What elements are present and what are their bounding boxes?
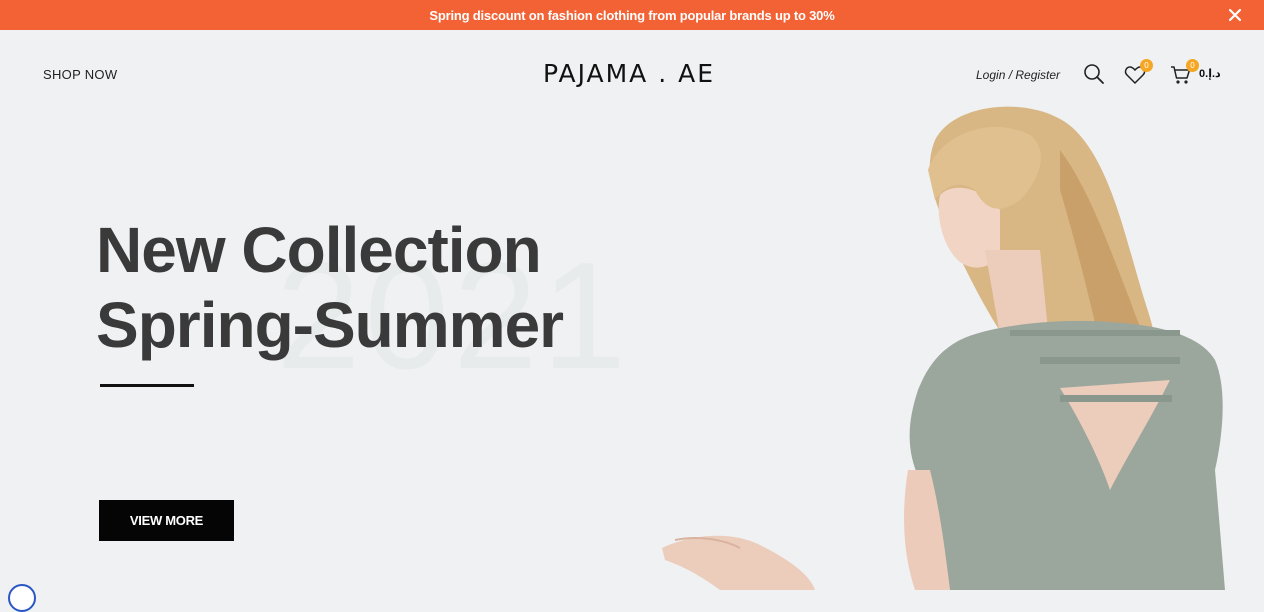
shop-now-link[interactable]: SHOP NOW [43,67,117,82]
close-icon[interactable] [1226,6,1244,24]
hero-title-line-1: New Collection [96,214,542,286]
cart-count-badge: 0 [1186,59,1199,72]
promo-text: Spring discount on fashion clothing from… [429,7,835,23]
search-icon[interactable] [1083,63,1105,85]
view-more-button[interactable]: VIEW MORE [99,500,234,541]
hero-title-line-2: Spring-Summer [96,289,564,361]
cart-total[interactable]: 0.د.إ [1199,67,1221,80]
hero-title: New Collection Spring-Summer [96,213,564,363]
site-logo[interactable]: PAJAMA . AE [543,59,723,88]
wishlist-count-badge: 0 [1140,59,1153,72]
login-register-link[interactable]: Login / Register [976,68,1060,82]
chat-widget-button[interactable] [8,584,36,612]
promo-bar: Spring discount on fashion clothing from… [0,0,1264,30]
title-divider [100,384,194,387]
hero-model-image [662,106,1225,590]
